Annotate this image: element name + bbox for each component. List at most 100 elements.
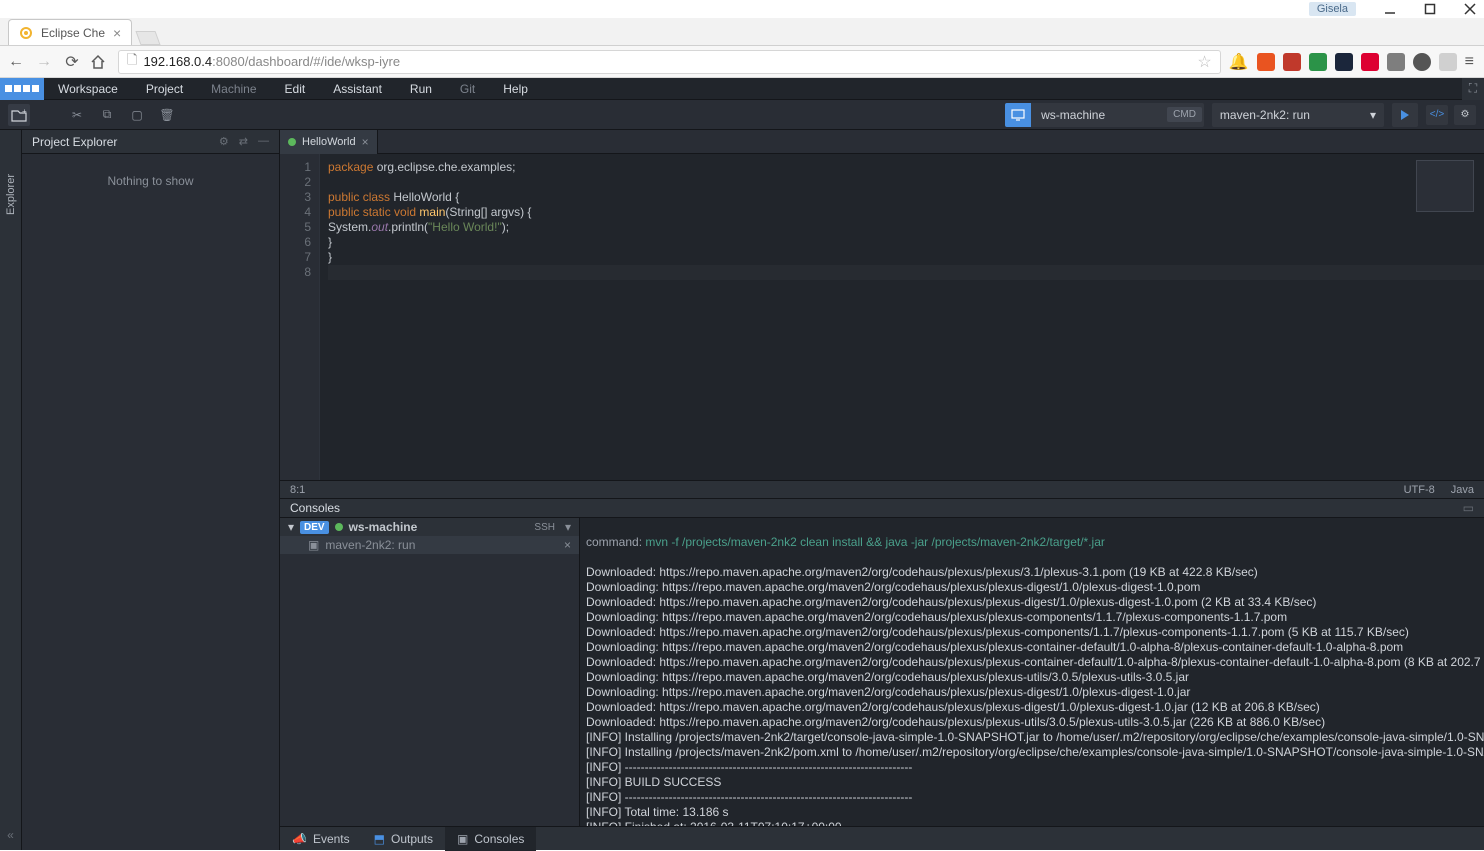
minimap[interactable] [1416,160,1474,212]
command-selector[interactable]: maven-2nk2: run ▾ [1212,103,1384,127]
code-editor[interactable]: package org.eclipse.che.examples; public… [320,154,1484,480]
console-line: Downloaded: https://repo.maven.apache.or… [586,715,1478,730]
console-line: Downloading: https://repo.maven.apache.o… [586,685,1478,700]
new-resource-button[interactable]: + [8,104,30,126]
console-line: Downloaded: https://repo.maven.apache.or… [586,565,1478,580]
right-tool-group: </> ⚙ [1426,105,1476,125]
console-line: Downloaded: https://repo.maven.apache.or… [586,595,1478,610]
editor-tab-close-button[interactable]: × [362,135,369,149]
line-number: 8 [280,265,311,280]
bell-icon[interactable]: 🔔 [1229,52,1249,72]
panel-sync-icon[interactable]: ⇄ [239,135,248,148]
browser-tab-eclipse-che[interactable]: Eclipse Che × [8,19,132,45]
che-ide: Workspace Project Machine Edit Assistant… [0,78,1484,850]
editor-inner: 1 2 3 4 5 6 7 8 package org.eclipse.che.… [280,154,1484,480]
consoles-title: Consoles [290,501,340,515]
run-command-button[interactable] [1392,103,1418,127]
tab-label: Outputs [391,832,433,846]
copy-button[interactable]: ⧉ [96,104,118,126]
bottom-tab-events[interactable]: 📣 Events [280,827,362,851]
command-label: command: [586,535,642,549]
menu-help[interactable]: Help [489,78,542,100]
code-text: .println( [388,220,428,234]
panel-settings-icon[interactable]: ⚙ [219,135,229,148]
window-maximize-button[interactable] [1424,3,1436,15]
modified-dot-icon [288,138,296,146]
window-close-button[interactable] [1464,3,1476,15]
bookmark-star-icon[interactable]: ☆ [1197,52,1211,72]
console-tree: ▾ DEV ws-machine SSH ▾ ▣ maven-2nk2: run… [280,518,580,826]
address-bar[interactable]: 🗋 192.168.0.4 :8080 /dashboard/#/ide/wks… [118,50,1221,74]
terminal-icon: ▣ [308,538,319,552]
toggle-view-button-1[interactable]: </> [1426,105,1448,125]
nav-home-button[interactable] [90,54,110,70]
nav-forward-button[interactable]: → [34,53,54,71]
console-output[interactable]: command: mvn -f /projects/maven-2nk2 cle… [580,518,1484,826]
che-favicon-icon [19,26,33,40]
tab-close-button[interactable]: × [113,25,121,41]
ext-icon-light[interactable] [1439,53,1457,71]
panel-minimize-icon[interactable]: — [258,135,269,148]
machine-menu-icon[interactable]: ▾ [565,520,571,534]
outputs-icon: ⬒ [374,832,385,846]
code-text: org.eclipse.che.examples; [373,160,515,174]
browser-actions: 🔔 ≡ [1229,52,1478,72]
editor-tabs: HelloWorld × [280,130,1484,154]
menu-run[interactable]: Run [396,78,446,100]
bottom-tab-outputs[interactable]: ⬒ Outputs [362,827,445,851]
ext-icon-angular[interactable] [1361,53,1379,71]
menu-assistant[interactable]: Assistant [319,78,396,100]
keyword: public [328,190,359,204]
console-line: Downloaded: https://repo.maven.apache.or… [586,655,1478,670]
file-language[interactable]: Java [1451,484,1474,496]
toggle-view-button-2[interactable]: ⚙ [1454,105,1476,125]
nav-back-button[interactable]: ← [6,53,26,71]
os-window-titlebar: Gisela [0,0,1484,18]
edit-tool-group: ✂ ⧉ ▢ 🗑 [66,104,178,126]
bottom-tab-consoles[interactable]: ▣ Consoles [445,827,536,851]
menu-git[interactable]: Git [446,78,489,100]
ext-icon-circle[interactable] [1413,53,1431,71]
editor-tab-helloworld[interactable]: HelloWorld × [280,130,378,154]
ext-icon-dark[interactable] [1335,53,1353,71]
left-rail: Explorer « [0,130,22,850]
megaphone-icon: 📣 [292,832,307,846]
window-minimize-button[interactable] [1384,3,1396,15]
consoles-minimize-button[interactable]: ▭ [1463,501,1474,515]
nav-reload-button[interactable]: ⟳ [62,52,82,72]
ext-icon-red[interactable] [1283,53,1301,71]
console-line: [INFO] Installing /projects/maven-2nk2/t… [586,730,1478,745]
delete-button[interactable]: 🗑 [156,104,178,126]
line-number: 7 [280,250,311,265]
chrome-menu-button[interactable]: ≡ [1465,53,1474,71]
console-machine-row[interactable]: ▾ DEV ws-machine SSH ▾ [280,518,579,536]
ext-icon-gray[interactable] [1387,53,1405,71]
menu-workspace[interactable]: Workspace [44,78,132,100]
keyword: package [328,160,373,174]
rail-explorer-tab[interactable]: Explorer [5,170,17,219]
line-number: 1 [280,160,311,175]
consoles-panel-header: Consoles ▭ [280,498,1484,518]
url-path: /dashboard/#/ide/wksp-iyre [245,54,400,69]
ext-icon-ubuntu[interactable] [1257,53,1275,71]
line-number: 6 [280,235,311,250]
machine-label: ws-machine [349,520,418,534]
rail-collapse-icon[interactable]: « [7,828,14,842]
ssh-button[interactable]: SSH [534,522,555,533]
new-tab-button[interactable] [136,31,161,45]
menu-project[interactable]: Project [132,78,197,100]
paste-button[interactable]: ▢ [126,104,148,126]
menu-machine[interactable]: Machine [197,78,270,100]
cut-button[interactable]: ✂ [66,104,88,126]
ext-icon-green[interactable] [1309,53,1327,71]
keyword: void [391,205,416,219]
machine-selector[interactable]: ws-machine CMD [1005,103,1204,127]
console-process-row[interactable]: ▣ maven-2nk2: run × [280,536,579,554]
maximize-ide-button[interactable]: ⛶ [1462,78,1484,100]
editor-tab-label: HelloWorld [302,136,356,148]
menu-edit[interactable]: Edit [271,78,320,100]
process-close-button[interactable]: × [564,538,571,552]
file-encoding[interactable]: UTF-8 [1404,484,1435,496]
che-menubar: Workspace Project Machine Edit Assistant… [0,78,1484,100]
che-logo-icon[interactable] [0,78,44,100]
